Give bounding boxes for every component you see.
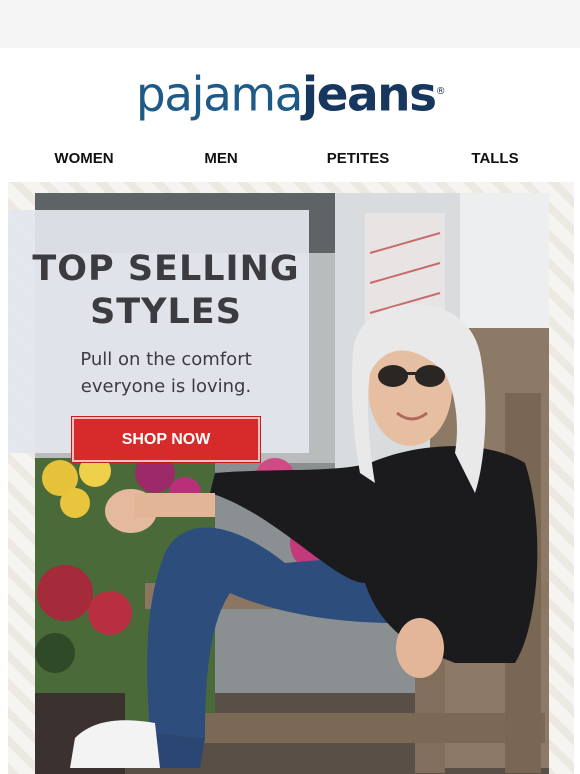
hero-banner[interactable]: TOP SELLING STYLES Pull on the comfort e…	[8, 182, 574, 774]
nav-item-petites[interactable]: PETITES	[298, 146, 418, 172]
nav-item-men[interactable]: MEN	[161, 146, 281, 172]
nav-item-talls[interactable]: TALLS	[435, 146, 555, 172]
trademark-symbol: ®	[435, 86, 446, 97]
shop-now-button[interactable]: SHOP NOW	[72, 417, 260, 462]
promo-title: TOP SELLING STYLES	[32, 249, 300, 332]
promo-subtitle: Pull on the comfort everyone is loving.	[8, 346, 324, 400]
top-preheader-bar	[0, 0, 580, 48]
category-nav: WOMEN MEN PETITES TALLS	[0, 146, 580, 172]
logo-text-jeans: jeans	[301, 67, 437, 123]
brand-logo[interactable]: pajamajeans®	[0, 64, 580, 124]
logo-text-pajama: pajama	[135, 67, 304, 123]
promo-panel: TOP SELLING STYLES Pull on the comfort e…	[8, 210, 309, 462]
promo-subtitle-line-1: Pull on the comfort	[80, 349, 252, 370]
promo-subtitle-line-2: everyone is loving.	[80, 376, 252, 397]
nav-item-women[interactable]: WOMEN	[24, 146, 144, 172]
